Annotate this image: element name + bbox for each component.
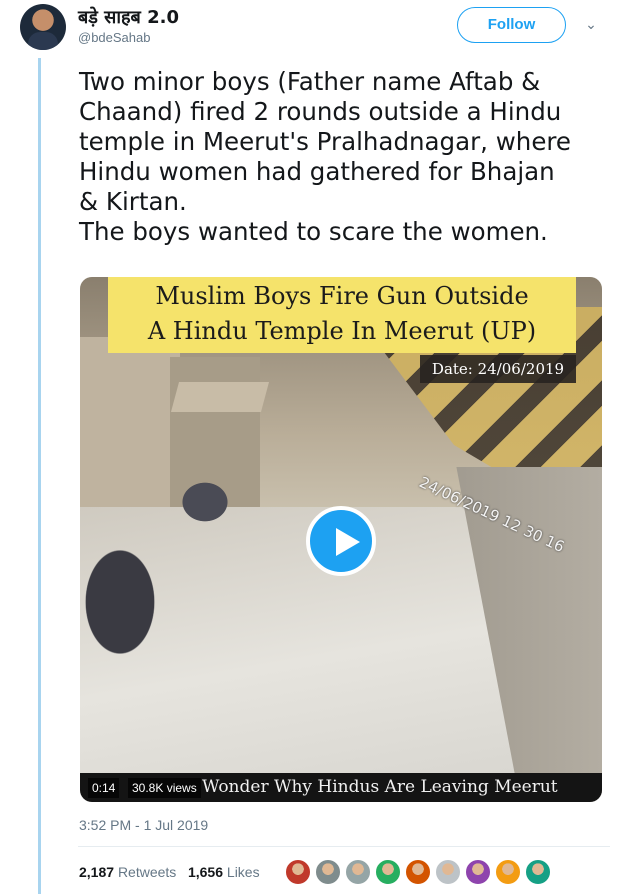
- display-name[interactable]: बड़े साहब 2.0: [78, 5, 179, 29]
- retweets-label[interactable]: Retweets: [118, 864, 176, 880]
- divider: [78, 846, 610, 847]
- user-handle[interactable]: @bdeSahab: [78, 30, 150, 45]
- liker-avatar[interactable]: [435, 859, 461, 885]
- liker-avatar[interactable]: [525, 859, 551, 885]
- tweet-line: & Kirtan.: [79, 187, 187, 216]
- liker-avatar[interactable]: [465, 859, 491, 885]
- liker-avatar[interactable]: [345, 859, 371, 885]
- video-player[interactable]: Muslim Boys Fire Gun Outside A Hindu Tem…: [80, 277, 602, 802]
- video-date-label: Date: 24/06/2019: [431, 360, 565, 378]
- likes-label[interactable]: Likes: [227, 864, 260, 880]
- avatar[interactable]: [20, 4, 66, 50]
- tweet-stats: 2,187 Retweets 1,656 Likes: [79, 864, 260, 880]
- likes-count[interactable]: 1,656: [188, 864, 223, 880]
- tweet-line: temple in Meerut's Pralhadnagar, where: [79, 127, 571, 156]
- liker-avatar[interactable]: [285, 859, 311, 885]
- chevron-down-icon[interactable]: ⌄: [582, 16, 600, 34]
- liker-avatar[interactable]: [375, 859, 401, 885]
- thread-line: [38, 58, 41, 894]
- follow-button[interactable]: Follow: [457, 7, 566, 43]
- video-headline: Muslim Boys Fire Gun Outside A Hindu Tem…: [147, 282, 537, 345]
- tweet-line: The boys wanted to scare the women.: [79, 217, 548, 246]
- liker-avatar[interactable]: [315, 859, 341, 885]
- tweet-line: Hindu women had gathered for Bhajan: [79, 157, 555, 186]
- tweet-text: Two minor boys (Father name Aftab & Chaa…: [79, 67, 609, 247]
- retweets-count[interactable]: 2,187: [79, 864, 114, 880]
- tweet-line: Chaand) fired 2 rounds outside a Hindu: [79, 97, 562, 126]
- video-caption: Wonder Why Hindus Are Leaving Meerut: [202, 777, 558, 797]
- tweet-timestamp[interactable]: 3:52 PM - 1 Jul 2019: [79, 817, 208, 833]
- video-views: 30.8K views: [128, 778, 201, 798]
- play-icon[interactable]: [306, 506, 376, 576]
- tweet-line: Two minor boys (Father name Aftab &: [79, 67, 541, 96]
- liker-avatar[interactable]: [495, 859, 521, 885]
- video-duration: 0:14: [88, 778, 120, 798]
- liker-avatar[interactable]: [405, 859, 431, 885]
